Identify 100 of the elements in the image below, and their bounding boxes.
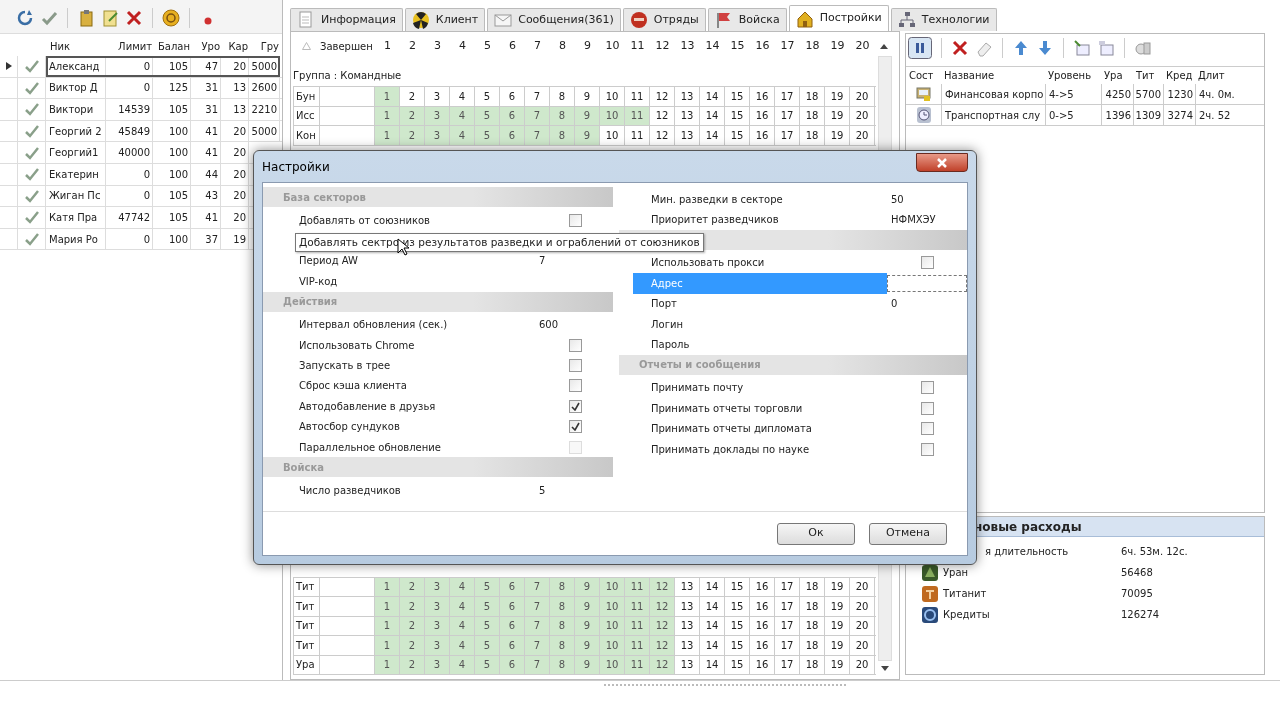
column-header[interactable]: 2 xyxy=(400,37,425,55)
setting-label[interactable]: Мин. разведки в секторе xyxy=(633,189,887,210)
column-header[interactable]: 3 xyxy=(425,37,450,55)
column-header[interactable]: 4 xyxy=(450,37,475,55)
scroll-down-icon[interactable] xyxy=(881,665,889,671)
column-header[interactable]: 18 xyxy=(800,37,825,55)
setting-label[interactable]: Использовать прокси xyxy=(633,252,887,274)
column-header[interactable]: 5 xyxy=(475,37,500,55)
tab[interactable]: Технологии xyxy=(890,8,997,31)
delete-icon[interactable] xyxy=(125,8,143,27)
note-icon[interactable] xyxy=(101,8,119,27)
checkbox[interactable] xyxy=(569,420,582,434)
table-cell: 1 xyxy=(375,636,400,655)
tab[interactable]: Информация xyxy=(290,8,403,31)
checkbox[interactable] xyxy=(569,399,582,413)
column-header[interactable]: 10 xyxy=(600,37,625,55)
table-cell: 40000 xyxy=(106,142,153,163)
selected-row[interactable]: Александ 0 105 47 20 5000 xyxy=(46,56,280,77)
column-header[interactable]: 20 xyxy=(850,37,875,55)
column-header[interactable]: Лимит xyxy=(106,36,153,56)
column-header[interactable]: Кар xyxy=(221,36,249,56)
dialog-button[interactable]: Отмена xyxy=(869,522,947,545)
input-field[interactable] xyxy=(887,274,967,292)
checkbox[interactable] xyxy=(921,401,934,415)
refresh-icon[interactable] xyxy=(16,8,34,27)
column-header[interactable]: 15 xyxy=(725,37,750,55)
checkbox[interactable] xyxy=(921,381,934,395)
tab[interactable]: Постройки xyxy=(788,5,889,31)
checkbox[interactable] xyxy=(569,379,582,393)
column-header[interactable]: Ура xyxy=(1101,68,1133,83)
column-header[interactable]: Уровень xyxy=(1045,68,1101,83)
checkbox[interactable] xyxy=(921,442,934,456)
table-cell: Кон xyxy=(293,126,320,145)
column-header[interactable]: 7 xyxy=(525,37,550,55)
checkbox[interactable] xyxy=(569,338,582,352)
column-header[interactable]: Ник xyxy=(46,36,106,56)
dialog-button[interactable]: Ок xyxy=(777,522,855,545)
setting-label[interactable]: Период AW xyxy=(263,250,535,272)
column-header[interactable]: Балан xyxy=(153,36,191,56)
table-cell: Исс xyxy=(293,106,320,125)
setting-label[interactable]: Принимать отчеты торговли xyxy=(633,398,887,419)
scroll-up-icon[interactable] xyxy=(880,43,888,49)
delete-icon[interactable] xyxy=(951,39,969,57)
setting-label[interactable]: Добавлять от союзников xyxy=(263,210,535,231)
clipboard-icon[interactable] xyxy=(77,8,95,27)
column-header[interactable]: Гру xyxy=(249,36,280,56)
setting-label[interactable]: Порт xyxy=(633,293,887,314)
column-header[interactable]: 11 xyxy=(625,37,650,55)
setting-label[interactable]: Интервал обновления (сек.) xyxy=(263,314,535,335)
column-header[interactable]: 14 xyxy=(700,37,725,55)
coin-icon[interactable] xyxy=(162,8,180,27)
coins-icon[interactable] xyxy=(1134,39,1152,57)
column-header[interactable]: Название xyxy=(941,68,1045,83)
table-cell: 5700 xyxy=(1133,84,1163,104)
column-header[interactable]: Длит xyxy=(1195,68,1250,83)
setting-label[interactable]: Число разведчиков xyxy=(263,480,535,501)
window-icon[interactable] xyxy=(1073,39,1091,57)
tab[interactable]: Отряды xyxy=(622,8,706,31)
arrow-up-icon[interactable] xyxy=(1012,39,1030,57)
tab[interactable]: Клиент xyxy=(404,8,486,31)
table-cell: 3 xyxy=(425,126,450,145)
column-header[interactable]: 19 xyxy=(825,37,850,55)
column-header[interactable]: Уро xyxy=(191,36,221,56)
close-button[interactable] xyxy=(916,153,968,172)
setting-label[interactable]: Приоритет разведчиков xyxy=(633,209,887,230)
column-header[interactable]: 6 xyxy=(500,37,525,55)
pause-button[interactable] xyxy=(908,37,932,59)
column-header[interactable]: 13 xyxy=(675,37,700,55)
column-header[interactable]: Завершен xyxy=(320,38,375,54)
checkbox[interactable] xyxy=(569,213,582,227)
setting-label[interactable]: Принимать почту xyxy=(633,377,887,399)
setting-label[interactable]: Запускать в трее xyxy=(263,355,535,376)
window-icon[interactable] xyxy=(1097,39,1115,57)
column-header[interactable]: 9 xyxy=(575,37,600,55)
setting-label[interactable]: Сброс кэша клиента xyxy=(263,375,535,397)
column-header[interactable]: Сост xyxy=(906,68,941,83)
checkbox[interactable] xyxy=(921,256,934,270)
column-header[interactable]: 8 xyxy=(550,37,575,55)
tab[interactable]: Сообщения(361) xyxy=(487,8,621,31)
checkbox[interactable] xyxy=(921,422,934,436)
column-header[interactable]: Кред xyxy=(1163,68,1195,83)
setting-label[interactable]: Использовать Chrome xyxy=(263,334,535,356)
column-header[interactable]: Тит xyxy=(1133,68,1163,83)
column-header[interactable]: 12 xyxy=(650,37,675,55)
column-header[interactable]: 17 xyxy=(775,37,800,55)
setting-label[interactable]: Автосбор сундуков xyxy=(263,416,535,437)
setting-label[interactable]: VIP-код xyxy=(263,271,535,292)
tab[interactable]: Войска xyxy=(707,8,787,31)
arrow-down-icon[interactable] xyxy=(1036,39,1054,57)
column-header[interactable]: 1 xyxy=(375,37,400,55)
table-cell: 100 xyxy=(153,228,191,250)
setting-label[interactable]: Пароль xyxy=(633,334,887,355)
setting-label[interactable]: Логин xyxy=(633,313,887,335)
checkbox[interactable] xyxy=(569,359,582,373)
column-header[interactable]: 16 xyxy=(750,37,775,55)
setting-label[interactable]: Принимать доклады по науке xyxy=(633,438,887,460)
setting-label[interactable]: Автодобавление в друзья xyxy=(263,396,535,417)
table-cell: 0 xyxy=(106,228,153,250)
table-cell: 47 xyxy=(191,56,221,77)
setting-label[interactable]: Принимать отчеты дипломата xyxy=(633,418,887,439)
